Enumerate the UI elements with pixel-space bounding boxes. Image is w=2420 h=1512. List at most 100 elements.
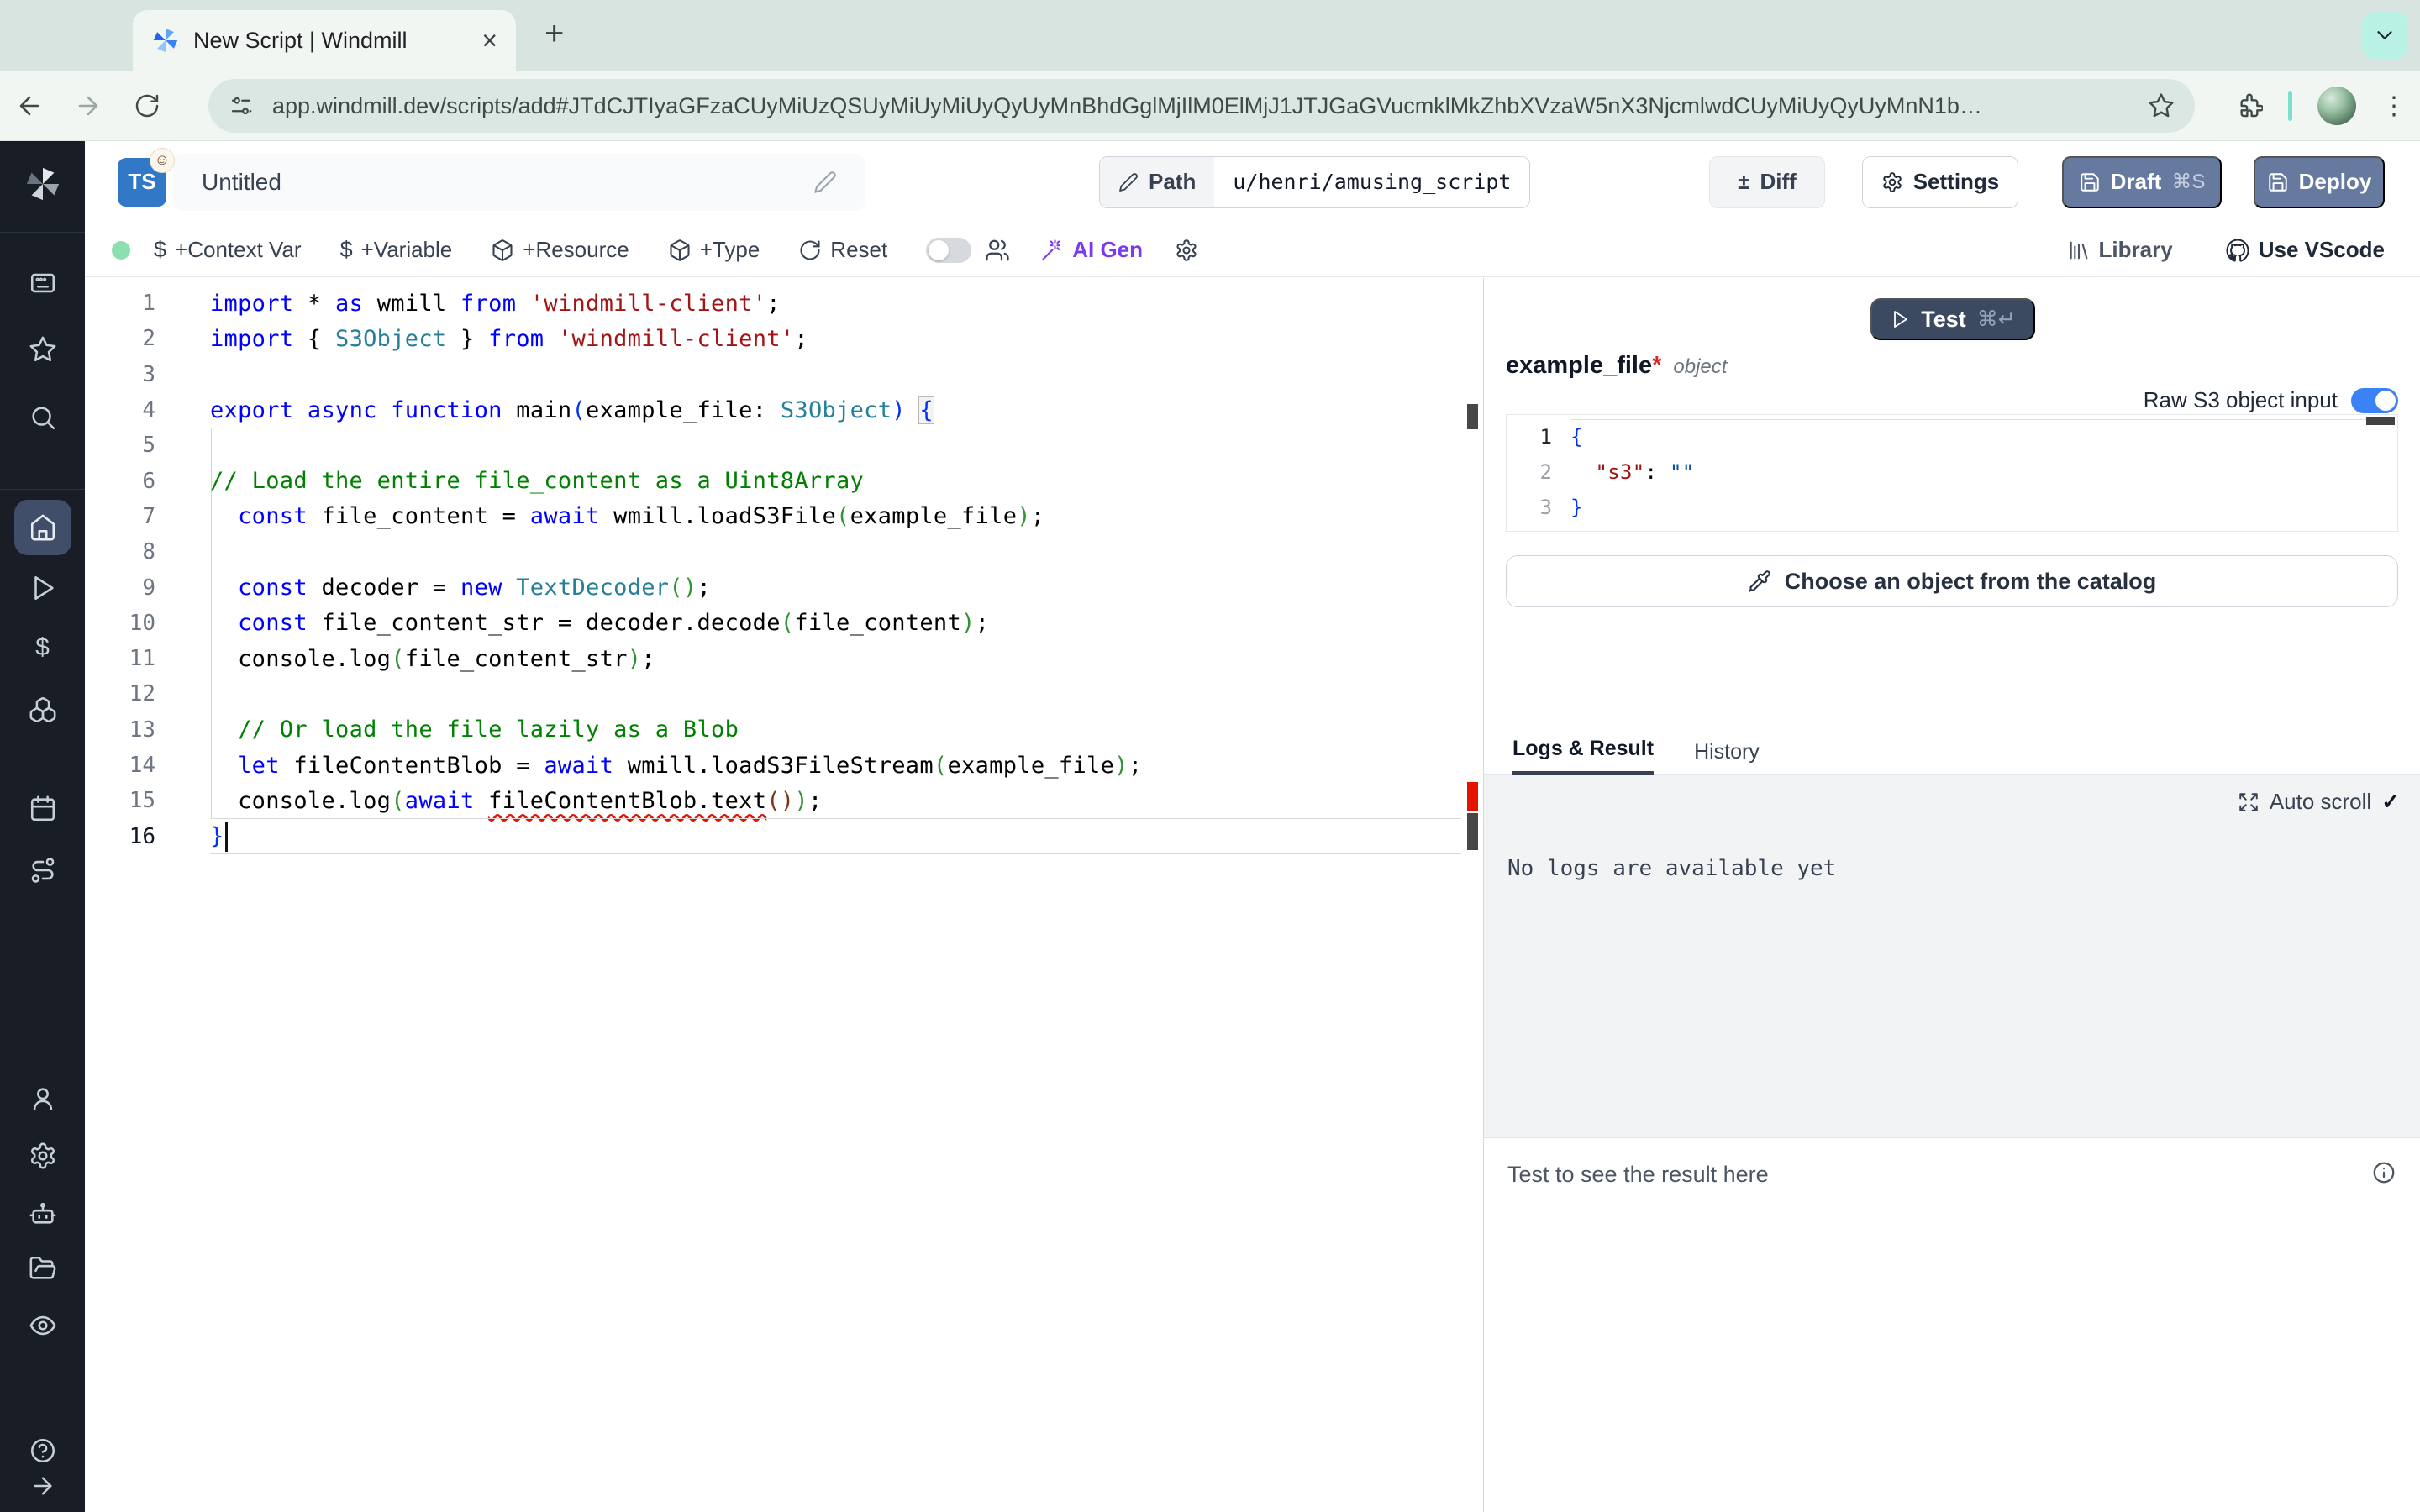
line-content: import { S3Object } from 'windmill-clien… [210,321,1461,356]
sidebar-item-account[interactable] [0,1084,85,1113]
new-tab-icon[interactable]: + [544,15,564,53]
editor-settings-button[interactable] [1175,239,1198,262]
code-line[interactable]: 8 [85,534,1483,570]
json-input-editor[interactable]: 1{2 "s3": ""3} [1506,414,2398,532]
code-line[interactable]: 6// Load the entire file_content as a Ui… [85,463,1483,498]
add-context-var-button[interactable]: $ +Context Var [154,237,302,263]
bookmark-star-icon[interactable] [2148,92,2175,119]
argument-name: example_file* [1506,352,1661,380]
code-line[interactable]: 2import { S3Object } from 'windmill-clie… [85,321,1483,356]
sidebar-item-help[interactable] [0,1436,85,1465]
code-line[interactable]: 3 [85,357,1483,392]
dollar-icon: $ [154,237,166,263]
settings-button[interactable]: Settings [1862,156,2018,208]
pencil-icon[interactable] [813,171,837,194]
use-vscode-button[interactable]: Use VScode [2225,237,2385,263]
sidebar-item-flows[interactable] [0,856,85,885]
forward-button[interactable] [59,92,118,120]
sidebar-item-folders[interactable] [0,1254,85,1283]
auto-scroll-control[interactable]: Auto scroll ✓ [2238,789,2400,815]
folder-icon [29,1254,57,1283]
tab-history[interactable]: History [1694,740,1760,774]
code-line[interactable]: 13 // Or load the file lazily as a Blob [85,712,1483,748]
code-line[interactable]: 7 const file_content = await wmill.loadS… [85,499,1483,534]
run-panel: Test ⌘↵ example_file* object Raw S3 obje… [1483,278,2420,1512]
add-variable-button[interactable]: $ +Variable [340,237,453,263]
browser-tab[interactable]: New Script | Windmill × [133,10,516,71]
boxes-icon [29,696,57,724]
result-area: Test to see the result here [1484,1137,2420,1512]
line-number: 9 [85,575,155,601]
code-editor[interactable]: 1import * as wmill from 'windmill-client… [85,278,1483,1512]
code-line[interactable]: 14 let fileContentBlob = await wmill.loa… [85,748,1483,783]
diff-button[interactable]: ± Diff [1709,156,1825,208]
deploy-button[interactable]: Deploy [2254,156,2385,208]
code-line[interactable]: 9 const decoder = new TextDecoder(); [85,570,1483,605]
code-line[interactable]: 1import * as wmill from 'windmill-client… [85,286,1483,321]
user-icon [29,1084,57,1113]
overview-ruler-mark [1467,404,1478,429]
multiplayer-button[interactable] [985,238,1010,263]
line-content: // Or load the file lazily as a Blob [210,712,1461,748]
line-content: let fileContentBlob = await wmill.loadS3… [210,748,1461,783]
line-number: 14 [85,753,155,778]
test-button[interactable]: Test ⌘↵ [1870,298,2035,340]
browser-menu-icon[interactable]: ⋮ [2381,92,2407,121]
code-line[interactable]: 2 "s3": "" [1507,454,2397,490]
code-line[interactable]: 3} [1507,490,2397,525]
ai-gen-button[interactable]: AI Gen [1040,237,1143,263]
choose-object-button[interactable]: Choose an object from the catalog [1506,555,2398,607]
script-title-input[interactable]: Untitled [173,154,865,211]
windmill-logo[interactable] [0,165,85,203]
line-number: 16 [85,824,155,849]
sidebar-item-favorites[interactable] [0,335,85,364]
code-line[interactable]: 4export async function main(example_file… [85,392,1483,428]
sidebar-expand-button[interactable] [0,1473,85,1499]
sidebar-item-variables[interactable]: $ [0,633,85,662]
sidebar-item-runs[interactable] [0,574,85,602]
info-icon[interactable] [2371,1160,2396,1185]
assistant-toggle[interactable] [926,238,971,263]
back-button[interactable] [0,92,59,120]
sidebar-item-workspace[interactable] [0,269,85,297]
code-line[interactable]: 1{ [1507,419,2397,454]
draft-button[interactable]: Draft ⌘S [2062,156,2222,208]
code-line[interactable]: 16} [85,818,1483,853]
language-label: TS [128,169,155,195]
tab-search-button[interactable] [2361,12,2408,59]
sidebar-item-home[interactable] [14,500,71,555]
tab-title: New Script | Windmill [193,28,468,54]
site-settings-icon [229,93,254,118]
tab-logs-result[interactable]: Logs & Result [1512,737,1654,775]
sidebar-item-settings[interactable] [0,1142,85,1170]
use-vscode-label: Use VScode [2259,237,2385,263]
code-line[interactable]: 15 console.log(await fileContentBlob.tex… [85,783,1483,818]
sidebar-item-search[interactable] [0,403,85,432]
url-bar[interactable]: app.windmill.dev/scripts/add#JTdCJTIyaGF… [208,79,2195,133]
reset-button[interactable]: Reset [798,237,887,263]
code-line[interactable]: 10 const file_content_str = decoder.deco… [85,606,1483,641]
code-line[interactable]: 11 console.log(file_content_str); [85,641,1483,676]
code-line[interactable]: 12 [85,676,1483,711]
add-type-button[interactable]: +Type [668,237,760,263]
expand-icon[interactable] [2238,791,2260,813]
sidebar-item-resources[interactable] [0,696,85,724]
sidebar-item-workers[interactable] [0,1199,85,1227]
code-line[interactable]: 5 [85,428,1483,463]
chevron-down-icon [2372,23,2397,48]
emoji-badge-icon: ☺ [150,148,175,173]
url-text[interactable]: app.windmill.dev/scripts/add#JTdCJTIyaGF… [272,93,2129,119]
profile-avatar[interactable] [2317,87,2356,125]
deploy-label: Deploy [2299,169,2372,195]
path-button[interactable]: Path u/henri/amusing_script [1099,156,1530,208]
reload-button[interactable] [118,92,176,119]
add-resource-button[interactable]: +Resource [491,237,629,263]
sidebar-item-schedules[interactable] [0,795,85,823]
raw-s3-toggle[interactable] [2351,388,2398,413]
package-icon [668,239,692,262]
script-topbar: TS ☺ Untitled Path u/henri/amusing_scrip… [85,141,2420,223]
library-button[interactable]: Library [2067,237,2173,263]
sidebar-item-audit-logs[interactable] [0,1311,85,1340]
extensions-puzzle-icon[interactable] [2236,92,2263,119]
close-tab-icon[interactable]: × [481,27,497,54]
